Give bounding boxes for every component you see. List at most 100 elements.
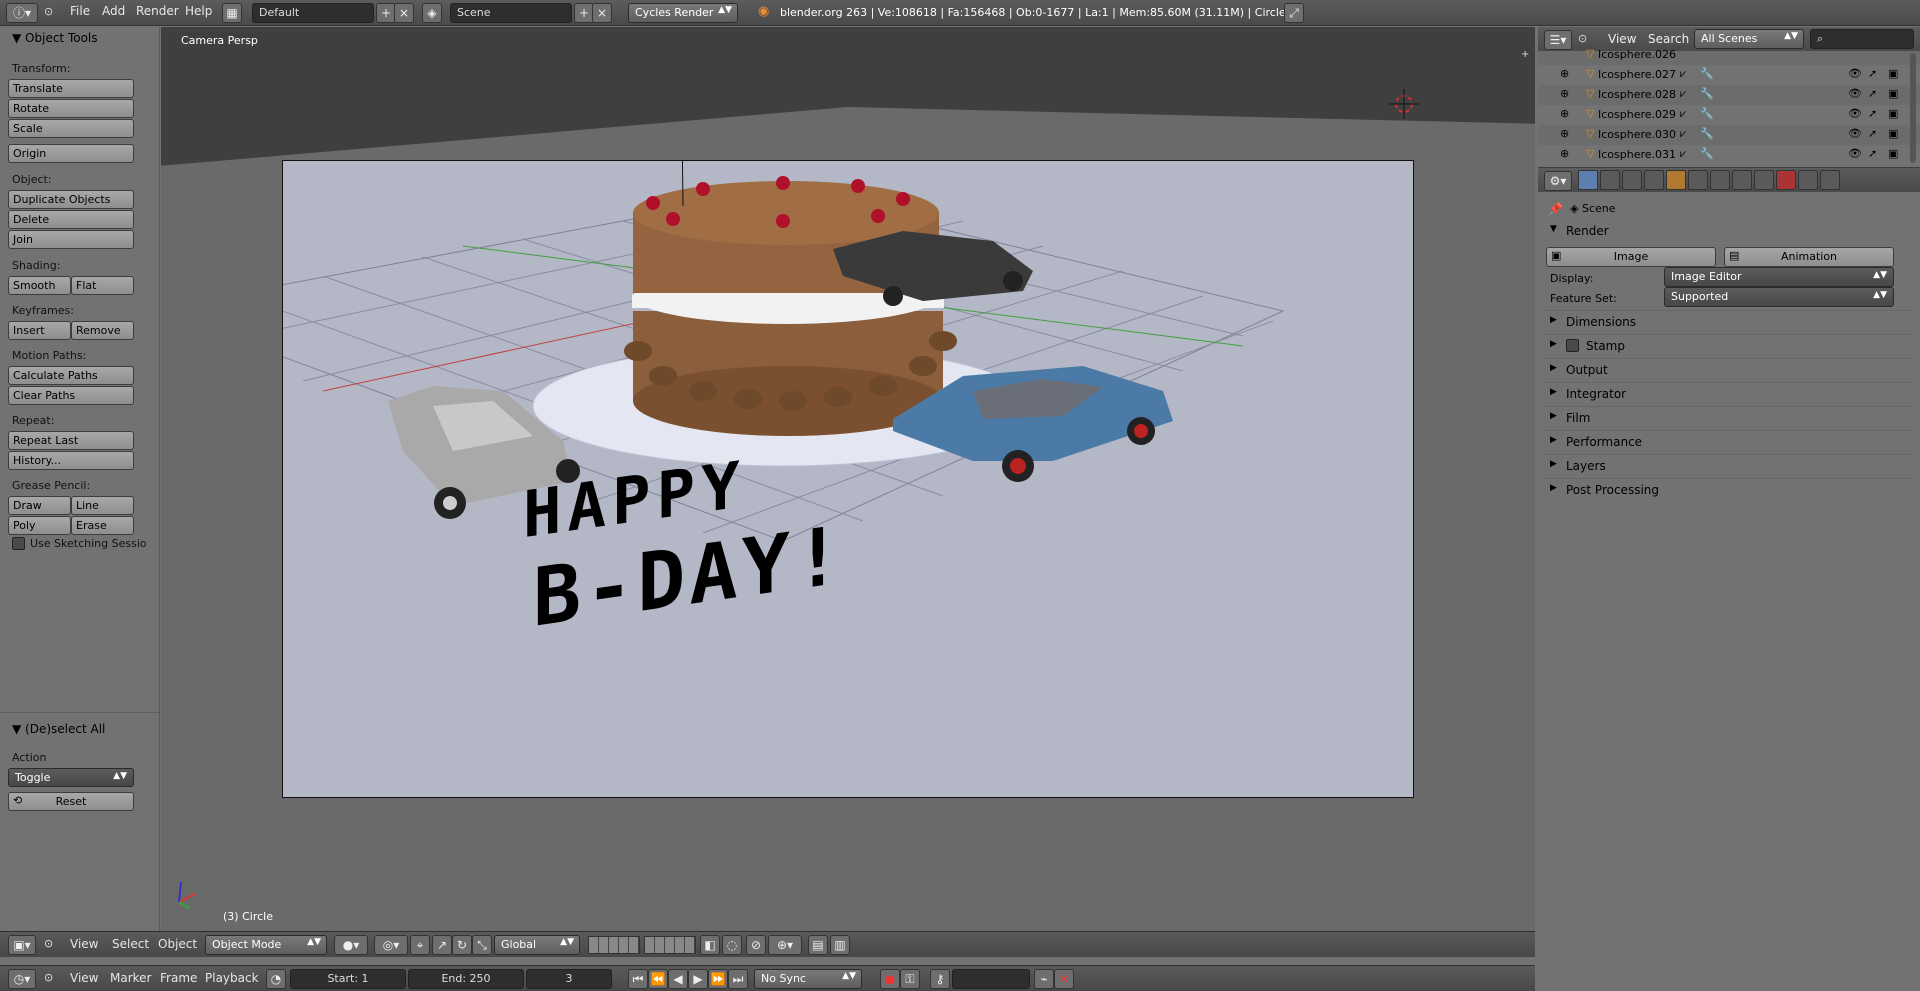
menu-help[interactable]: Help <box>185 4 212 18</box>
play-icon[interactable]: ▶ <box>688 969 708 989</box>
renderable-camera-icon[interactable]: ▣ <box>1888 147 1898 160</box>
display-dropdown[interactable]: Image Editor ▲▼ <box>1664 267 1894 287</box>
current-frame-field[interactable]: 3 <box>526 969 612 989</box>
collapse-menu-icon[interactable]: ⊙ <box>44 937 53 950</box>
editor-type-3dview-icon[interactable]: ▣▾ <box>8 935 36 955</box>
expand-icon[interactable]: ⊕ <box>1560 67 1569 80</box>
fullscreen-toggle-icon[interactable]: ⤢ <box>1284 3 1304 23</box>
mode-dropdown[interactable]: Object Mode ▲▼ <box>205 935 327 955</box>
menu-view[interactable]: View <box>70 937 98 951</box>
duplicate-objects-button[interactable]: Duplicate Objects <box>8 190 134 209</box>
sketching-checkbox[interactable] <box>12 537 25 550</box>
scene-context-icon[interactable] <box>1622 170 1642 190</box>
expand-icon[interactable]: ⊕ <box>1560 87 1569 100</box>
object-tools-panel-title[interactable]: ▼ Object Tools <box>12 31 98 45</box>
scale-manipulator-icon[interactable]: ⤡ <box>472 935 492 955</box>
start-frame-field[interactable]: Start: 1 <box>290 969 406 989</box>
flat-button[interactable]: Flat <box>71 276 134 295</box>
erase-button[interactable]: Erase <box>71 516 134 535</box>
menu-frame[interactable]: Frame <box>160 971 197 985</box>
menu-view[interactable]: View <box>70 971 98 985</box>
stamp-panel-header[interactable]: ▶ Stamp <box>1546 334 1912 357</box>
scale-button[interactable]: Scale <box>8 119 134 138</box>
reset-button[interactable]: ⟲ Reset <box>8 792 134 811</box>
jump-keyframe-forward-icon[interactable]: ⏩ <box>708 969 728 989</box>
integrator-panel-header[interactable]: ▶ Integrator <box>1546 382 1912 405</box>
menu-playback[interactable]: Playback <box>205 971 259 985</box>
pin-icon[interactable]: 📌 <box>1548 202 1563 216</box>
preview-range-icon[interactable]: ◔ <box>266 969 286 989</box>
outliner-menu-view[interactable]: View <box>1608 32 1636 46</box>
pivot-point-icon[interactable]: ◎▾ <box>374 935 408 955</box>
scene-icon[interactable]: ◈ <box>422 3 442 23</box>
rotate-button[interactable]: Rotate <box>8 99 134 118</box>
poly-button[interactable]: Poly <box>8 516 71 535</box>
outliner-row[interactable]: ⊕ ▽ Icosphere.030 ⩗ 🔧 👁 ➚ ▣ <box>1538 125 1920 145</box>
scene-field[interactable]: Scene <box>450 3 572 23</box>
proportional-edit-icon[interactable]: ◌ <box>722 935 742 955</box>
outliner-row[interactable]: ▽ Icosphere.026 <box>1538 45 1920 65</box>
outliner-scrollbar[interactable] <box>1910 53 1916 163</box>
clear-paths-button[interactable]: Clear Paths <box>8 386 134 405</box>
outliner-row[interactable]: ⊕ ▽ Icosphere.027 ⩗ 🔧 👁 ➚ ▣ <box>1538 65 1920 85</box>
particles-context-icon[interactable] <box>1798 170 1818 190</box>
performance-panel-header[interactable]: ▶ Performance <box>1546 430 1912 453</box>
collapse-menu-icon[interactable]: ⊙ <box>1578 32 1587 45</box>
layers-panel-header[interactable]: ▶ Layers <box>1546 454 1912 477</box>
render-engine-dropdown[interactable]: Cycles Render ▲▼ <box>628 3 738 23</box>
jump-end-icon[interactable]: ⏭ <box>728 969 748 989</box>
active-keying-set-icon[interactable]: ⚷ <box>930 969 950 989</box>
render-layers-context-icon[interactable] <box>1600 170 1620 190</box>
expand-icon[interactable]: ⊕ <box>1560 127 1569 140</box>
visibility-eye-icon[interactable]: 👁 <box>1848 87 1862 100</box>
menu-select[interactable]: Select <box>112 937 149 951</box>
object-context-icon[interactable] <box>1666 170 1686 190</box>
layers-grid-1[interactable] <box>588 936 640 954</box>
material-context-icon[interactable] <box>1754 170 1774 190</box>
end-frame-field[interactable]: End: 250 <box>408 969 524 989</box>
3d-viewport[interactable]: Camera Persp + HAPPY B-DAY! (3) Circle <box>161 27 1535 938</box>
keying-set-field[interactable] <box>952 969 1030 989</box>
renderable-camera-icon[interactable]: ▣ <box>1888 67 1898 80</box>
collapse-menu-icon[interactable]: ⊙ <box>44 5 53 18</box>
post-processing-panel-header[interactable]: ▶ Post Processing <box>1546 478 1912 501</box>
editor-type-timeline-icon[interactable]: ◷▾ <box>8 969 36 989</box>
translate-manipulator-icon[interactable]: ↗ <box>432 935 452 955</box>
add-screen-icon[interactable]: + <box>376 3 396 23</box>
selectable-cursor-icon[interactable]: ➚ <box>1868 127 1877 140</box>
layers-grid-2[interactable] <box>644 936 696 954</box>
origin-button[interactable]: Origin <box>8 144 134 163</box>
selectable-cursor-icon[interactable]: ➚ <box>1868 147 1877 160</box>
world-context-icon[interactable] <box>1644 170 1664 190</box>
expand-icon[interactable]: ⊕ <box>1560 107 1569 120</box>
jump-keyframe-back-icon[interactable]: ⏪ <box>648 969 668 989</box>
screen-layout-icon[interactable]: ▦ <box>222 3 242 23</box>
insert-keyframe-button[interactable]: Insert <box>8 321 71 340</box>
opengl-animation-icon[interactable]: ▥ <box>830 935 850 955</box>
delete-button[interactable]: Delete <box>8 210 134 229</box>
play-reverse-icon[interactable]: ◀ <box>668 969 688 989</box>
expand-icon[interactable]: ⊕ <box>1560 147 1569 160</box>
outliner-row[interactable]: ⊕ ▽ Icosphere.028 ⩗ 🔧 👁 ➚ ▣ <box>1538 85 1920 105</box>
physics-context-icon[interactable] <box>1820 170 1840 190</box>
snap-element-icon[interactable]: ⊕▾ <box>768 935 802 955</box>
visibility-eye-icon[interactable]: 👁 <box>1848 67 1862 80</box>
renderable-camera-icon[interactable]: ▣ <box>1888 87 1898 100</box>
render-image-button[interactable]: ▣ Image <box>1546 247 1716 267</box>
delete-screen-icon[interactable]: × <box>394 3 414 23</box>
smooth-button[interactable]: Smooth <box>8 276 71 295</box>
selectable-cursor-icon[interactable]: ➚ <box>1868 67 1877 80</box>
data-context-icon[interactable] <box>1732 170 1752 190</box>
texture-context-icon[interactable] <box>1776 170 1796 190</box>
modifiers-context-icon[interactable] <box>1710 170 1730 190</box>
screen-layout-field[interactable]: Default <box>252 3 374 23</box>
outliner-row[interactable]: ⊕ ▽ Icosphere.031 ⩗ 🔧 👁 ➚ ▣ <box>1538 145 1920 165</box>
add-scene-icon[interactable]: + <box>574 3 594 23</box>
remove-keyframe-button[interactable]: Remove <box>71 321 134 340</box>
stamp-checkbox[interactable] <box>1566 339 1579 352</box>
selectable-cursor-icon[interactable]: ➚ <box>1868 87 1877 100</box>
repeat-last-button[interactable]: Repeat Last <box>8 431 134 450</box>
line-button[interactable]: Line <box>71 496 134 515</box>
delete-scene-icon[interactable]: × <box>592 3 612 23</box>
history-button[interactable]: History... <box>8 451 134 470</box>
